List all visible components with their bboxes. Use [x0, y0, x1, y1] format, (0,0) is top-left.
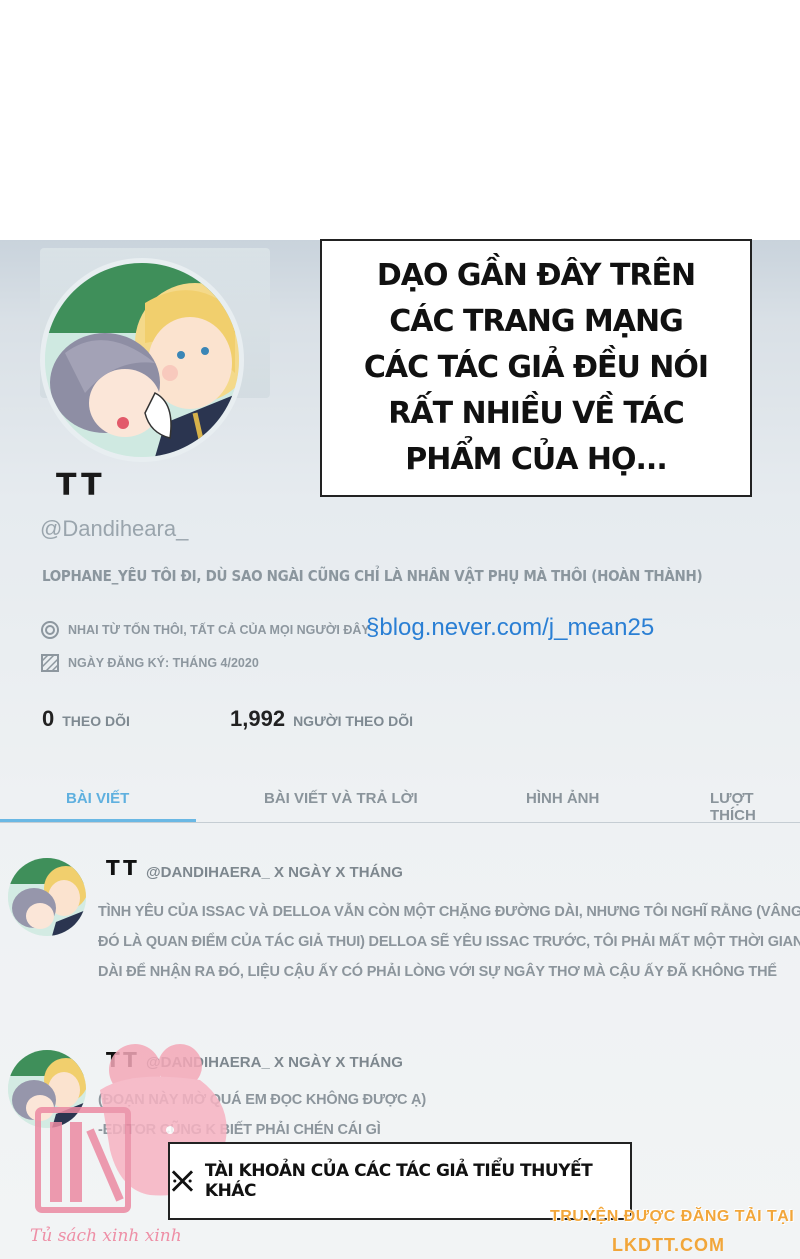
profile-handle: @Dandiheara_: [40, 516, 189, 541]
tab-media[interactable]: HÌNH ẢNH: [526, 790, 599, 807]
following-label: THEO DÕI: [62, 713, 130, 729]
post-author-name: TT: [106, 856, 140, 880]
top-blank-area: [0, 0, 800, 240]
post-text-line: DÀI ĐỂ NHẬN RA ĐÓ, LIỆU CẬU ẤY CÓ PHẢI L…: [98, 964, 777, 980]
profile-location-row: NHAI TỪ TỐN THÔI, TẤT CẢ CỦA MỌI NGƯỜI Đ…: [40, 620, 370, 640]
post-text-line: TÌNH YÊU CỦA ISSAC VÀ DELLOA VẪN CÒN MỘT…: [98, 904, 800, 920]
caption-box-text: TÀI KHOẢN CỦA CÁC TÁC GIẢ TIỂU THUYẾT KH…: [204, 1161, 593, 1201]
followers-label: NGƯỜI THEO DÕI: [293, 713, 414, 729]
watermark-text: Tủ sách xinh xinh: [30, 1226, 182, 1246]
site-credit-line: TRUYỆN ĐƯỢC ĐĂNG TẢI TẠI: [550, 1208, 795, 1225]
profile-display-name: TT: [56, 468, 106, 503]
followers-stat[interactable]: 1,992 NGƯỜI THEO DÕI: [230, 706, 413, 732]
profile-joined-text: NGÀY ĐĂNG KÝ: THÁNG 4/2020: [68, 656, 259, 670]
avatar-illustration: [45, 263, 239, 457]
speech-caption-box: DẠO GẦN ĐÂY TRÊN CÁC TRANG MẠNG CÁC TÁC …: [320, 239, 752, 497]
location-ring-icon: [41, 621, 59, 639]
post-avatar-illustration: [8, 858, 86, 936]
post-text-line: ĐÓ LÀ QUAN ĐIỂM CỦA TÁC GIẢ THUI) DELLOA…: [98, 934, 800, 950]
tab-likes[interactable]: LƯỢT THÍCH: [710, 790, 800, 824]
profile-location-text: NHAI TỪ TỐN THÔI, TẤT CẢ CỦA MỌI NGƯỜI Đ…: [68, 623, 370, 637]
profile-avatar[interactable]: [45, 263, 239, 457]
following-stat[interactable]: 0 THEO DÕI: [42, 706, 130, 732]
following-count: 0: [42, 706, 55, 731]
x-mark-icon: [171, 1170, 194, 1192]
tabs-divider: [0, 822, 800, 823]
profile-tabs: BÀI VIẾT BÀI VIẾT VÀ TRẢ LỜI HÌNH ẢNH LƯ…: [0, 782, 800, 824]
speech-caption-text: DẠO GẦN ĐÂY TRÊN CÁC TRANG MẠNG CÁC TÁC …: [363, 258, 709, 477]
post-meta: @DANDIHAERA_ X NGÀY X THÁNG: [146, 864, 403, 881]
followers-count: 1,992: [230, 706, 286, 731]
profile-joined-row: NGÀY ĐĂNG KÝ: THÁNG 4/2020: [40, 653, 259, 673]
tab-posts-and-replies[interactable]: BÀI VIẾT VÀ TRẢ LỜI: [264, 790, 418, 807]
post-avatar[interactable]: [8, 858, 86, 936]
tab-posts[interactable]: BÀI VIẾT: [66, 790, 129, 807]
site-credit-domain[interactable]: LKDTT.COM: [612, 1235, 725, 1256]
profile-link[interactable]: §blog.never.com/j_mean25: [366, 614, 654, 642]
calendar-icon: [41, 654, 59, 672]
profile-bio: LOPHANE_YÊU TÔI ĐI, DÙ SAO NGÀI CŨNG CHỈ…: [42, 567, 703, 585]
comic-page: DẠO GẦN ĐÂY TRÊN CÁC TRANG MẠNG CÁC TÁC …: [0, 0, 800, 1259]
